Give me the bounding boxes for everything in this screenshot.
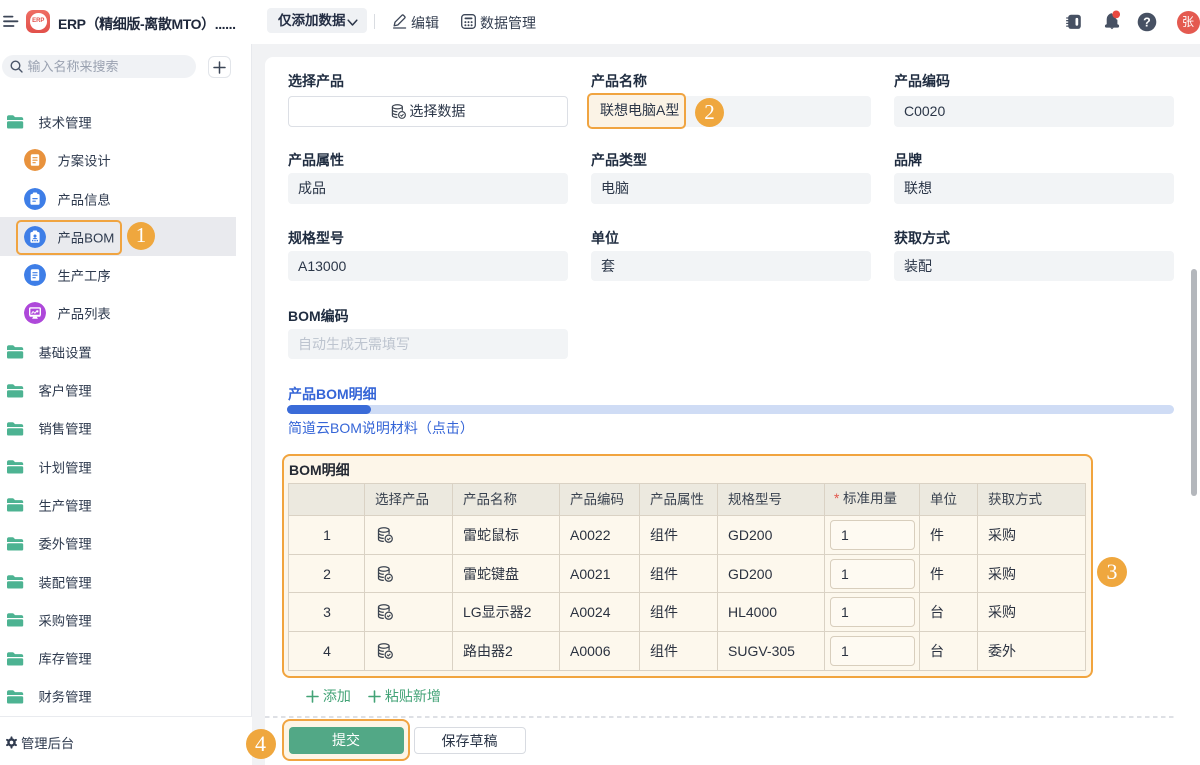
svg-text:?: ? (1143, 15, 1151, 29)
